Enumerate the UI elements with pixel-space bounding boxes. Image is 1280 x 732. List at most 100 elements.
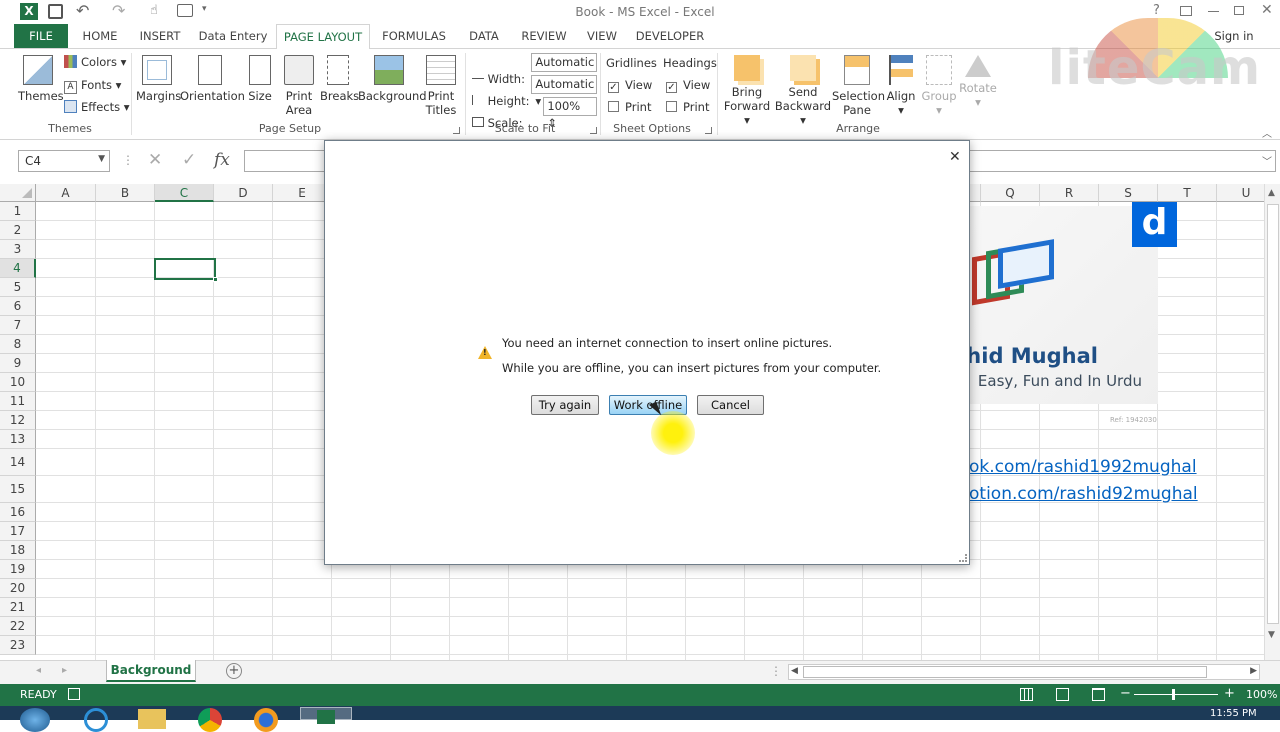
row-header-19[interactable]: 19 [0,560,36,579]
normal-view-icon[interactable] [1020,688,1033,701]
ribbon-display-icon[interactable] [1180,6,1192,16]
row-header-6[interactable]: 6 [0,297,36,316]
dailymotion-link[interactable]: otion.com/rashid92mughal [969,484,1198,504]
column-header-r[interactable]: R [1040,184,1099,202]
name-box[interactable]: C4 ▼ [18,150,110,172]
tab-formulas[interactable]: FORMULAS [378,24,450,48]
scroll-right-icon[interactable]: ▸ [62,665,67,676]
new-sheet-button[interactable]: + [226,663,242,679]
active-cell-c4[interactable] [154,258,218,282]
collapse-ribbon-icon[interactable]: ︿ [1262,125,1272,140]
row-header-7[interactable]: 7 [0,316,36,335]
page-layout-view-icon[interactable] [1056,688,1069,701]
background-button[interactable]: Background [358,55,427,103]
firefox-icon[interactable] [254,708,278,732]
sheet-tab-background[interactable]: Background [106,660,196,682]
row-header-8[interactable]: 8 [0,335,36,354]
row-header-10[interactable]: 10 [0,373,36,392]
row-header-20[interactable]: 20 [0,579,36,598]
start-button-icon[interactable] [20,708,50,732]
scroll-left-icon[interactable]: ◂ [36,665,41,676]
row-header-16[interactable]: 16 [0,503,36,522]
row-header-22[interactable]: 22 [0,617,36,636]
print-titles-button[interactable]: Print Titles [424,55,458,117]
column-header-a[interactable]: A [36,184,96,202]
colors-button[interactable]: Colors ▾ [64,54,126,70]
align-button[interactable]: Align ▾ [884,55,918,117]
bring-forward-button[interactable]: Bring Forward ▾ [720,55,774,127]
zoom-out-icon[interactable]: − [1120,686,1131,701]
effects-button[interactable]: Effects ▾ [64,99,130,115]
cancel-button[interactable]: Cancel [697,395,764,415]
tab-home[interactable]: HOME [76,24,124,48]
gridlines-print-checkbox[interactable]: Print [608,99,651,115]
row-header-2[interactable]: 2 [0,221,36,240]
headings-print-checkbox[interactable]: Print [666,99,709,115]
column-header-c[interactable]: C [155,184,214,202]
margins-button[interactable]: Margins [136,55,181,103]
cancel-entry-icon[interactable]: ✕ [148,150,162,170]
themes-button[interactable]: Themes [18,55,64,103]
breaks-button[interactable]: Breaks [320,55,359,103]
explorer-icon[interactable] [138,709,166,729]
width-dropdown[interactable]: Automatic ▾ [531,53,598,86]
fonts-button[interactable]: A Fonts ▾ [64,77,121,94]
scale-spinner[interactable]: 100% ⇕ [543,97,598,130]
help-icon[interactable]: ? [1153,3,1160,18]
tab-review[interactable]: REVIEW [518,24,570,48]
print-area-button[interactable]: Print Area [282,55,316,117]
zoom-slider[interactable] [1134,689,1218,700]
minimize-icon[interactable] [1208,11,1219,12]
restore-icon[interactable] [1234,6,1244,15]
sheet-options-launcher-icon[interactable] [705,127,712,134]
row-header-13[interactable]: 13 [0,430,36,449]
column-header-s[interactable]: S [1099,184,1158,202]
horizontal-scrollbar[interactable]: ◀ ▶ [788,664,1260,680]
tab-developer[interactable]: DEVELOPER [634,24,706,48]
row-header-14[interactable]: 14 [0,449,36,476]
row-header-1[interactable]: 1 [0,202,36,221]
row-header-15[interactable]: 15 [0,476,36,503]
tab-split-icon[interactable]: ⋮ [770,664,782,678]
group-button[interactable]: Group ▾ [920,55,958,117]
size-button[interactable]: Size [244,55,276,103]
resize-grip-icon[interactable] [959,554,967,562]
row-header-18[interactable]: 18 [0,541,36,560]
chrome-icon[interactable] [198,708,222,732]
confirm-entry-icon[interactable]: ✓ [182,150,196,170]
column-header-q[interactable]: Q [981,184,1040,202]
vertical-scrollbar[interactable]: ▲ ▼ [1264,184,1280,660]
zoom-in-icon[interactable]: + [1224,686,1235,701]
scale-launcher-icon[interactable] [590,127,597,134]
orientation-button[interactable]: Orientation [180,55,245,103]
row-header-23[interactable]: 23 [0,636,36,655]
selection-pane-button[interactable]: Selection Pane [832,55,885,117]
tab-insert[interactable]: INSERT [134,24,186,48]
tab-page-layout[interactable]: PAGE LAYOUT [276,24,370,49]
tab-data[interactable]: DATA [462,24,506,48]
row-header-3[interactable]: 3 [0,240,36,259]
facebook-link[interactable]: ok.com/rashid1992mughal [969,457,1197,477]
column-header-d[interactable]: D [214,184,273,202]
height-dropdown[interactable]: Automatic ▾ [531,75,598,108]
select-all-corner[interactable] [0,184,36,202]
page-setup-launcher-icon[interactable] [453,127,460,134]
row-header-5[interactable]: 5 [0,278,36,297]
send-backward-button[interactable]: Send Backward ▾ [774,55,832,127]
tab-data-entery[interactable]: Data Entery [196,24,270,48]
ie-icon[interactable] [84,708,108,732]
macro-record-icon[interactable] [68,688,80,700]
page-break-view-icon[interactable] [1092,688,1105,701]
excel-task-icon[interactable] [300,707,352,724]
column-header-b[interactable]: B [96,184,155,202]
column-header-t[interactable]: T [1158,184,1217,202]
row-header-11[interactable]: 11 [0,392,36,411]
tab-view[interactable]: VIEW [582,24,622,48]
zoom-level[interactable]: 100% [1246,688,1277,701]
row-header-21[interactable]: 21 [0,598,36,617]
row-header-4[interactable]: 4 [0,259,36,278]
headings-view-checkbox[interactable]: ✓ View [666,77,710,93]
try-again-button[interactable]: Try again [531,395,599,415]
insert-function-icon[interactable]: fx [214,150,230,170]
row-header-9[interactable]: 9 [0,354,36,373]
